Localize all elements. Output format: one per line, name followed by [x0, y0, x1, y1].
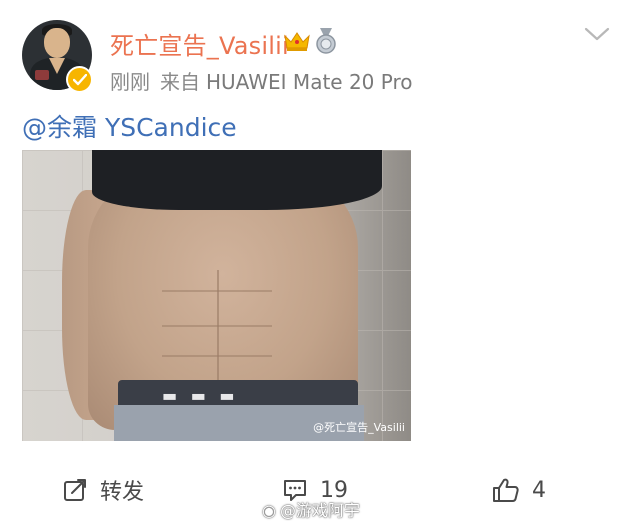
like-count: 4	[532, 477, 546, 503]
source-prefix: 来自	[160, 70, 200, 94]
like-icon	[493, 478, 519, 502]
medal-icon[interactable]	[314, 28, 338, 54]
device-source[interactable]: HUAWEI Mate 20 Pro	[206, 70, 412, 94]
post-image[interactable]: ▬ ▬ ▬ @死亡宣告_Vasilii	[22, 150, 411, 441]
crown-icon[interactable]	[283, 30, 311, 52]
repost-button[interactable]: 转发	[62, 470, 144, 510]
footer-watermark-text: @游戏阿宇	[279, 501, 360, 520]
chevron-down-icon[interactable]	[584, 26, 610, 42]
weibo-logo-icon: ◉	[262, 501, 276, 520]
username[interactable]: 死亡宣告_Vasilii	[110, 26, 289, 61]
repost-icon	[64, 479, 86, 501]
like-button[interactable]: 4	[492, 470, 546, 510]
repost-label: 转发	[100, 480, 145, 505]
image-watermark: @死亡宣告_Vasilii	[313, 421, 405, 434]
post-time: 刚刚	[110, 70, 150, 94]
mention-link[interactable]: @余霜 YSCandice	[22, 108, 237, 144]
verified-icon	[66, 66, 93, 93]
post-meta: 刚刚 来自 HUAWEI Mate 20 Pro	[110, 66, 412, 95]
footer-watermark: ◉ @游戏阿宇	[262, 497, 360, 521]
